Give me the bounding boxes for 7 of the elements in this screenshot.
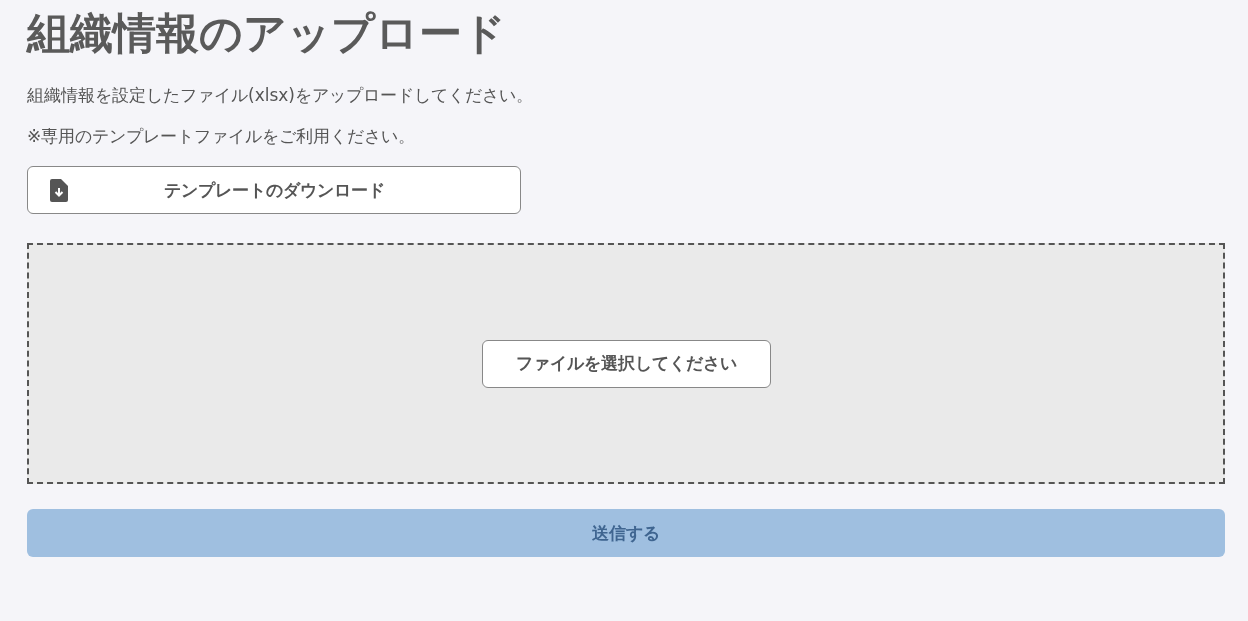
file-select-button[interactable]: ファイルを選択してください [481, 339, 771, 388]
instruction-text: ※専用のテンプレートファイルをご利用ください。 [27, 125, 416, 147]
instruction-text: 組織情報を設定したファイル(xlsx)をアップロードしてください。 [27, 84, 533, 106]
template-download-button[interactable]: テンプレートのダウンロード [27, 166, 521, 214]
file-download-icon [50, 178, 68, 202]
page-title: 組織情報のアップロード [27, 7, 506, 60]
file-drop-zone[interactable]: ファイルを選択してください [27, 243, 1225, 484]
